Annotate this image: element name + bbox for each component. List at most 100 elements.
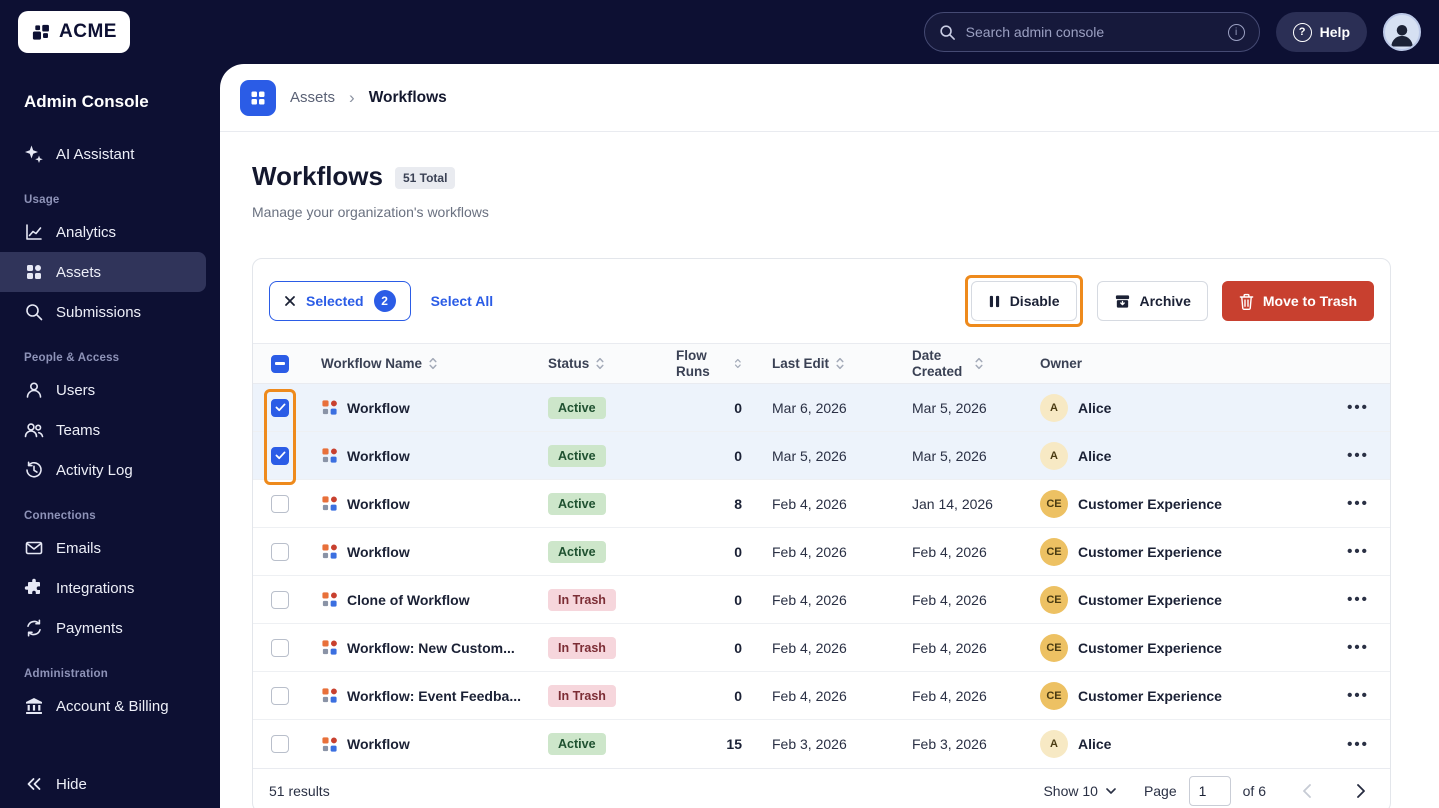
move-to-trash-button[interactable]: Move to Trash bbox=[1221, 281, 1374, 321]
row-actions-button[interactable] bbox=[1347, 543, 1369, 560]
sidebar-item-users[interactable]: Users bbox=[0, 370, 220, 410]
sidebar-item-label: Users bbox=[56, 381, 96, 399]
trash-icon bbox=[1239, 293, 1254, 310]
sidebar-item-label: Analytics bbox=[56, 223, 117, 241]
column-header-last-edit[interactable]: Last Edit bbox=[756, 352, 896, 376]
sidebar-item-account-billing[interactable]: Account & Billing bbox=[0, 686, 220, 726]
date-created-value: Mar 5, 2026 bbox=[912, 399, 987, 416]
disable-label: Disable bbox=[1009, 293, 1060, 309]
row-actions-button[interactable] bbox=[1347, 495, 1369, 512]
workflow-name[interactable]: Workflow bbox=[347, 400, 410, 416]
row-actions-button[interactable] bbox=[1347, 687, 1369, 704]
users-icon bbox=[24, 423, 44, 438]
owner-name: Alice bbox=[1078, 447, 1112, 464]
main-panel: Assets Workflows Workflows 51 Total Mana… bbox=[220, 64, 1439, 808]
previous-page-button[interactable] bbox=[1294, 778, 1320, 804]
workflow-icon bbox=[321, 687, 338, 704]
section-heading-administration: Administration bbox=[24, 668, 108, 680]
bank-icon bbox=[26, 698, 42, 714]
workflow-name[interactable]: Workflow bbox=[347, 544, 410, 560]
status-badge: Active bbox=[548, 396, 606, 419]
sort-icon bbox=[429, 357, 437, 370]
page-size-select[interactable]: Show 10 bbox=[1043, 782, 1116, 799]
workflow-name[interactable]: Workflow bbox=[347, 448, 410, 464]
workflows-table: Workflow Name Status Flow Runs Last Edit… bbox=[253, 343, 1390, 768]
status-badge: Active bbox=[548, 444, 606, 467]
sidebar-item-teams[interactable]: Teams bbox=[0, 410, 220, 450]
sidebar-item-payments[interactable]: Payments bbox=[0, 608, 220, 648]
sidebar-item-integrations[interactable]: Integrations bbox=[0, 568, 220, 608]
last-edit-value: Feb 3, 2026 bbox=[772, 736, 847, 753]
search-input[interactable] bbox=[965, 24, 1218, 40]
row-actions-button[interactable] bbox=[1347, 736, 1369, 753]
row-checkbox[interactable] bbox=[271, 542, 289, 561]
sidebar-item-activity-log[interactable]: Activity Log bbox=[0, 450, 220, 490]
chevron-down-icon bbox=[1106, 787, 1116, 794]
workflow-icon bbox=[321, 591, 338, 608]
acme-logo-icon bbox=[31, 22, 52, 43]
date-created-value: Feb 4, 2026 bbox=[912, 639, 987, 656]
selected-label: Selected bbox=[306, 293, 364, 309]
row-checkbox[interactable] bbox=[271, 638, 289, 657]
row-actions-button[interactable] bbox=[1347, 639, 1369, 656]
sidebar-item-ai-assistant[interactable]: AI Assistant bbox=[0, 134, 220, 174]
archive-button[interactable]: Archive bbox=[1096, 281, 1208, 321]
owner-name: Customer Experience bbox=[1078, 591, 1222, 608]
table-footer: 51 results Show 10 Page of 6 bbox=[253, 768, 1390, 808]
selected-count-badge: 2 bbox=[373, 290, 396, 312]
select-all-checkbox[interactable] bbox=[271, 354, 289, 373]
date-created-value: Feb 4, 2026 bbox=[912, 543, 987, 560]
column-header-actions bbox=[1326, 360, 1390, 368]
row-checkbox[interactable] bbox=[271, 590, 289, 609]
select-all-button[interactable]: Select All bbox=[431, 293, 494, 309]
page-size-label: Show 10 bbox=[1043, 782, 1098, 799]
column-header-date-created[interactable]: Date Created bbox=[896, 344, 1024, 383]
row-checkbox[interactable] bbox=[271, 686, 289, 705]
table-row: Workflow Active 15 Feb 3, 2026 Feb 3, 20… bbox=[253, 720, 1390, 768]
row-checkbox[interactable] bbox=[271, 494, 289, 513]
row-checkbox[interactable] bbox=[271, 446, 289, 465]
page-input[interactable] bbox=[1188, 775, 1231, 806]
row-actions-button[interactable] bbox=[1347, 399, 1369, 416]
owner-avatar: A bbox=[1040, 441, 1068, 470]
workflow-name[interactable]: Workflow: Event Feedba... bbox=[347, 688, 521, 704]
sort-icon bbox=[975, 357, 983, 370]
workflow-name[interactable]: Clone of Workflow bbox=[347, 592, 470, 608]
owner-name: Customer Experience bbox=[1078, 687, 1222, 704]
envelope-icon bbox=[25, 541, 43, 555]
user-avatar[interactable] bbox=[1383, 13, 1421, 51]
row-checkbox[interactable] bbox=[271, 735, 289, 754]
topbar: ACME Help bbox=[0, 0, 1439, 64]
section-heading-usage: Usage bbox=[24, 194, 60, 206]
help-button[interactable]: Help bbox=[1275, 12, 1367, 52]
column-header-status[interactable]: Status bbox=[532, 352, 660, 376]
column-header-workflow-name[interactable]: Workflow Name bbox=[307, 352, 532, 376]
disable-button[interactable]: Disable bbox=[970, 281, 1077, 321]
column-header-flow-runs[interactable]: Flow Runs bbox=[660, 344, 756, 383]
breadcrumb: Assets Workflows bbox=[220, 64, 1439, 132]
workflow-name[interactable]: Workflow bbox=[347, 736, 410, 752]
sidebar-item-analytics[interactable]: Analytics bbox=[0, 212, 220, 252]
workflow-name[interactable]: Workflow: New Custom... bbox=[347, 640, 515, 656]
search-icon bbox=[939, 24, 956, 41]
table-row: Clone of Workflow In Trash 0 Feb 4, 2026… bbox=[253, 576, 1390, 625]
breadcrumb-assets-link[interactable]: Assets bbox=[290, 89, 335, 106]
sidebar-item-emails[interactable]: Emails bbox=[0, 528, 220, 568]
row-checkbox[interactable] bbox=[271, 398, 289, 417]
sidebar-item-label: Activity Log bbox=[56, 461, 133, 479]
row-actions-button[interactable] bbox=[1347, 447, 1369, 464]
apps-grid-icon bbox=[240, 79, 276, 116]
last-edit-value: Mar 5, 2026 bbox=[772, 447, 847, 464]
row-actions-button[interactable] bbox=[1347, 591, 1369, 608]
sidebar-item-assets[interactable]: Assets bbox=[0, 252, 206, 292]
chevron-left-icon bbox=[1303, 783, 1311, 798]
workflow-name[interactable]: Workflow bbox=[347, 496, 410, 512]
sort-icon bbox=[735, 358, 742, 369]
magnifier-icon bbox=[26, 304, 43, 321]
sidebar-item-submissions[interactable]: Submissions bbox=[0, 292, 220, 332]
next-page-button[interactable] bbox=[1348, 778, 1374, 804]
clear-selection-button[interactable]: Selected 2 bbox=[269, 281, 411, 321]
acme-logo: ACME bbox=[18, 11, 130, 53]
sidebar-item-label: Submissions bbox=[56, 303, 142, 321]
sidebar-hide-button[interactable]: Hide bbox=[0, 764, 220, 804]
